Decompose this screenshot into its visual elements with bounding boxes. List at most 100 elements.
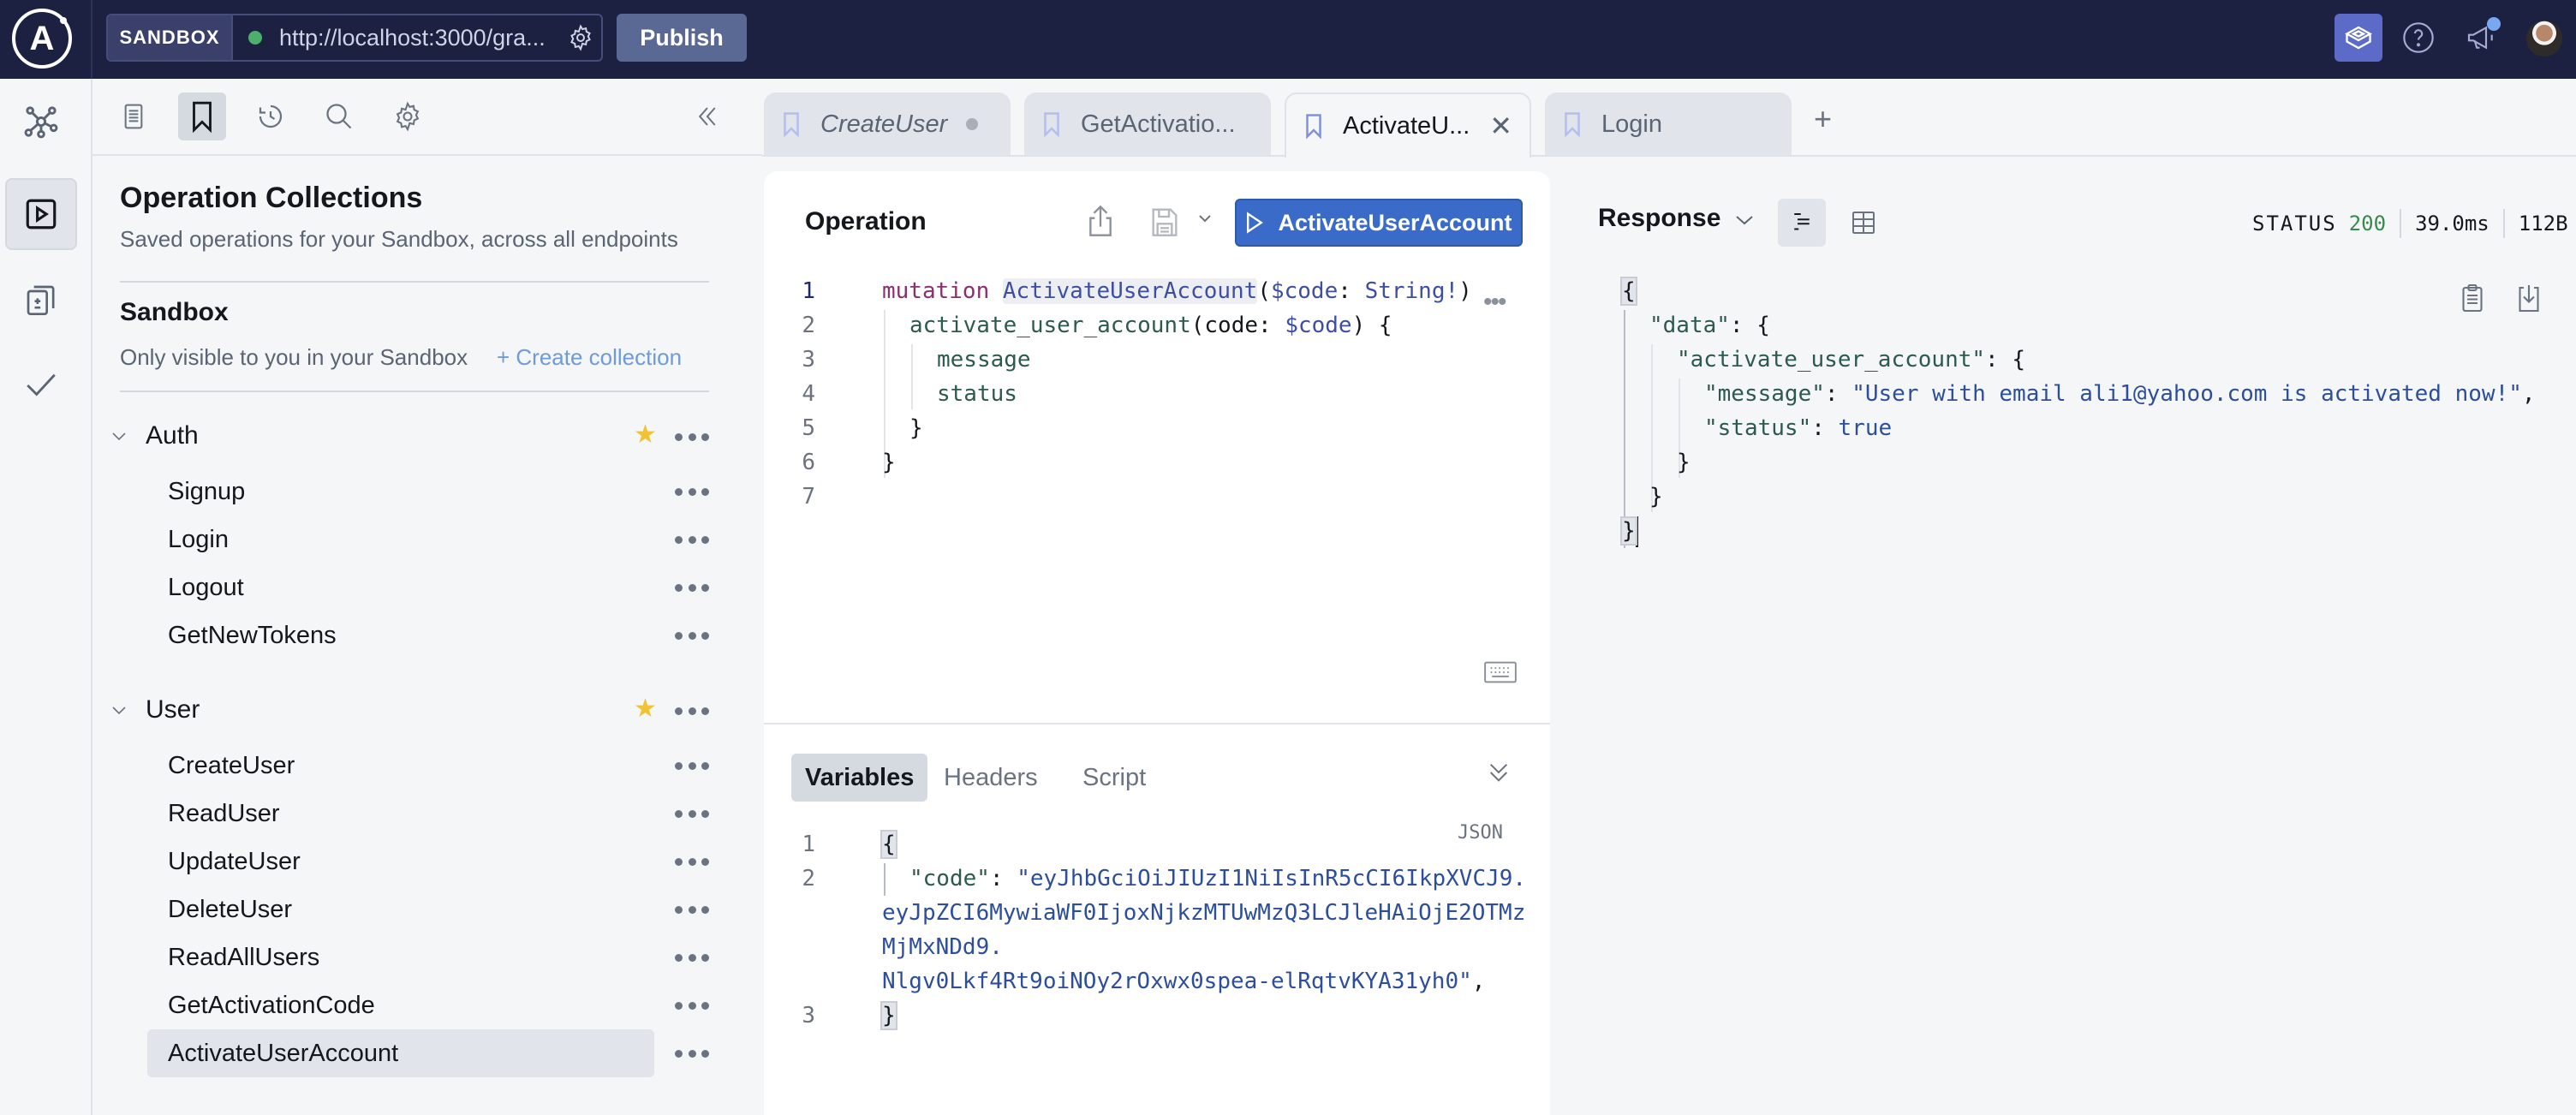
field: activate_user_account bbox=[909, 313, 1191, 338]
share-icon[interactable] bbox=[1088, 204, 1113, 242]
code-line[interactable]: message bbox=[937, 343, 1031, 377]
more-options-icon[interactable] bbox=[668, 1036, 716, 1070]
close-tab-icon[interactable]: ✕ bbox=[1489, 110, 1512, 142]
code-line[interactable]: Nlgv0Lkf4Rt9oiNOy2rOxwx0spea-elRqtvKYA31… bbox=[882, 964, 1485, 999]
chevron-down-icon[interactable] bbox=[111, 699, 146, 721]
sidebar-item-readuser[interactable]: ReadUser bbox=[147, 790, 654, 838]
sidebar-item-login[interactable]: Login bbox=[147, 516, 654, 563]
sidebar-item-getnewtokens[interactable]: GetNewTokens bbox=[147, 611, 654, 659]
connection-status-icon bbox=[248, 31, 262, 45]
sidebar-item-signup[interactable]: Signup bbox=[147, 468, 654, 516]
code-line[interactable]: status bbox=[937, 377, 1017, 411]
collapse-panel-icon[interactable] bbox=[1485, 759, 1512, 790]
status-label: STATUS bbox=[2252, 212, 2337, 236]
line-number: 5 bbox=[802, 415, 815, 441]
create-collection-link[interactable]: + Create collection bbox=[497, 344, 682, 371]
sidebar-item-createuser[interactable]: CreateUser bbox=[147, 742, 654, 790]
code-line[interactable]: { bbox=[880, 827, 897, 862]
more-options-icon[interactable] bbox=[668, 796, 716, 831]
sidebar-item-activateuseraccount[interactable]: ActivateUserAccount bbox=[147, 1029, 654, 1077]
more-options-icon[interactable] bbox=[668, 892, 716, 927]
code-line[interactable]: "code": "eyJhbGciOiJIUzI1NiIsInR5cCI6Ikp… bbox=[909, 862, 1526, 896]
more-options-icon[interactable] bbox=[668, 940, 716, 975]
more-options-icon[interactable] bbox=[668, 522, 716, 557]
sidebar-item-deleteuser[interactable]: DeleteUser bbox=[147, 885, 654, 933]
run-operation-button[interactable]: ActivateUserAccount bbox=[1235, 199, 1523, 247]
search-icon[interactable] bbox=[315, 92, 363, 140]
tab-login[interactable]: Login bbox=[1545, 92, 1792, 156]
connection-settings-icon[interactable] bbox=[560, 15, 601, 60]
code-line[interactable]: } bbox=[882, 445, 896, 480]
star-icon[interactable]: ★ bbox=[634, 420, 657, 450]
variable: $code bbox=[1270, 278, 1339, 304]
code-line[interactable]: } bbox=[909, 411, 923, 445]
line-number: 2 bbox=[802, 313, 815, 338]
variable: $code bbox=[1285, 313, 1352, 338]
star-icon[interactable]: ★ bbox=[634, 694, 657, 724]
response-dropdown[interactable]: Response bbox=[1598, 204, 1755, 233]
play-icon bbox=[1247, 212, 1264, 234]
documentation-icon[interactable] bbox=[110, 92, 158, 140]
publish-button[interactable]: Publish bbox=[617, 14, 747, 62]
divider bbox=[2400, 209, 2402, 238]
code-line[interactable]: } bbox=[880, 999, 897, 1033]
sidebar-item-updateuser[interactable]: UpdateUser bbox=[147, 838, 654, 885]
code-line: "message": "User with email ali1@yahoo.c… bbox=[1704, 377, 2536, 411]
json-view-icon[interactable] bbox=[1778, 199, 1826, 247]
download-icon[interactable] bbox=[2516, 283, 2542, 318]
copy-clipboard-icon[interactable] bbox=[2460, 283, 2485, 318]
more-options-icon[interactable] bbox=[668, 420, 716, 454]
punctuation: { bbox=[880, 830, 897, 859]
keyboard-shortcuts-icon[interactable] bbox=[1483, 661, 1518, 688]
settings-gear-icon[interactable] bbox=[384, 92, 432, 140]
sidebar-toolbar bbox=[92, 79, 762, 156]
checks-icon[interactable] bbox=[5, 349, 77, 421]
sidebar-item-logout[interactable]: Logout bbox=[147, 563, 654, 611]
code-line[interactable]: mutation ActivateUserAccount($code: Stri… bbox=[882, 274, 1472, 308]
more-options-icon[interactable] bbox=[668, 748, 716, 783]
section-subtitle: Only visible to you in your Sandbox bbox=[120, 344, 468, 370]
collections-bookmark-icon[interactable] bbox=[178, 92, 226, 140]
endpoint-url: http://localhost:3000/gra... bbox=[279, 24, 546, 51]
more-options-icon[interactable] bbox=[668, 570, 716, 605]
collapse-sidebar-icon[interactable] bbox=[683, 92, 731, 140]
table-view-icon[interactable] bbox=[1840, 199, 1887, 247]
punctuation: } bbox=[1620, 516, 1637, 546]
save-icon[interactable] bbox=[1149, 204, 1180, 242]
panel-title: Operation Collections bbox=[120, 182, 423, 214]
more-options-icon[interactable] bbox=[668, 694, 716, 728]
apollo-logo[interactable]: A bbox=[12, 9, 72, 69]
tab-getactivationcode[interactable]: GetActivatio... bbox=[1024, 92, 1271, 156]
more-options-icon[interactable]: ••• bbox=[1483, 288, 1506, 317]
code-line[interactable]: eyJpZCI6MywiaWF0IjoxNjkzMTUwMzQ3LCJleHAi… bbox=[882, 896, 1525, 930]
code-line: "status": true bbox=[1704, 411, 1892, 445]
help-icon[interactable] bbox=[2394, 14, 2442, 62]
punctuation: , bbox=[1471, 969, 1486, 994]
more-options-icon[interactable] bbox=[668, 844, 716, 879]
tab-variables[interactable]: Variables bbox=[791, 754, 928, 802]
sandbox-box-icon[interactable] bbox=[2334, 14, 2382, 62]
punctuation: , bbox=[2521, 381, 2536, 407]
endpoint-box[interactable]: SANDBOX http://localhost:3000/gra... bbox=[106, 14, 603, 62]
code-line[interactable]: activate_user_account(code: $code) { bbox=[909, 308, 1392, 343]
chevron-down-icon[interactable] bbox=[111, 425, 146, 447]
history-icon[interactable] bbox=[247, 92, 295, 140]
endpoint-url-field[interactable]: http://localhost:3000/gra... bbox=[233, 15, 560, 60]
tab-script[interactable]: Script bbox=[1069, 754, 1160, 802]
explorer-play-icon[interactable] bbox=[5, 178, 77, 250]
more-options-icon[interactable] bbox=[668, 618, 716, 653]
code-line[interactable]: MjMxNDd9. bbox=[882, 930, 1003, 964]
tab-activateuseraccount[interactable]: ActivateU... ✕ bbox=[1285, 92, 1531, 158]
schema-graph-icon[interactable] bbox=[5, 86, 77, 158]
user-avatar[interactable] bbox=[2526, 21, 2562, 57]
sidebar-item-readallusers[interactable]: ReadAllUsers bbox=[147, 933, 654, 981]
more-options-icon[interactable] bbox=[668, 988, 716, 1023]
tab-createuser[interactable]: CreateUser bbox=[764, 92, 1011, 156]
tab-headers[interactable]: Headers bbox=[930, 754, 1052, 802]
diff-checks-icon[interactable] bbox=[5, 264, 77, 336]
sidebar-item-getactivationcode[interactable]: GetActivationCode bbox=[147, 981, 654, 1029]
more-options-icon[interactable] bbox=[668, 474, 716, 509]
add-tab-icon[interactable]: + bbox=[1814, 101, 1832, 137]
response-duration: 39.0ms bbox=[2415, 212, 2490, 236]
save-options-chevron-icon[interactable] bbox=[1197, 209, 1213, 229]
